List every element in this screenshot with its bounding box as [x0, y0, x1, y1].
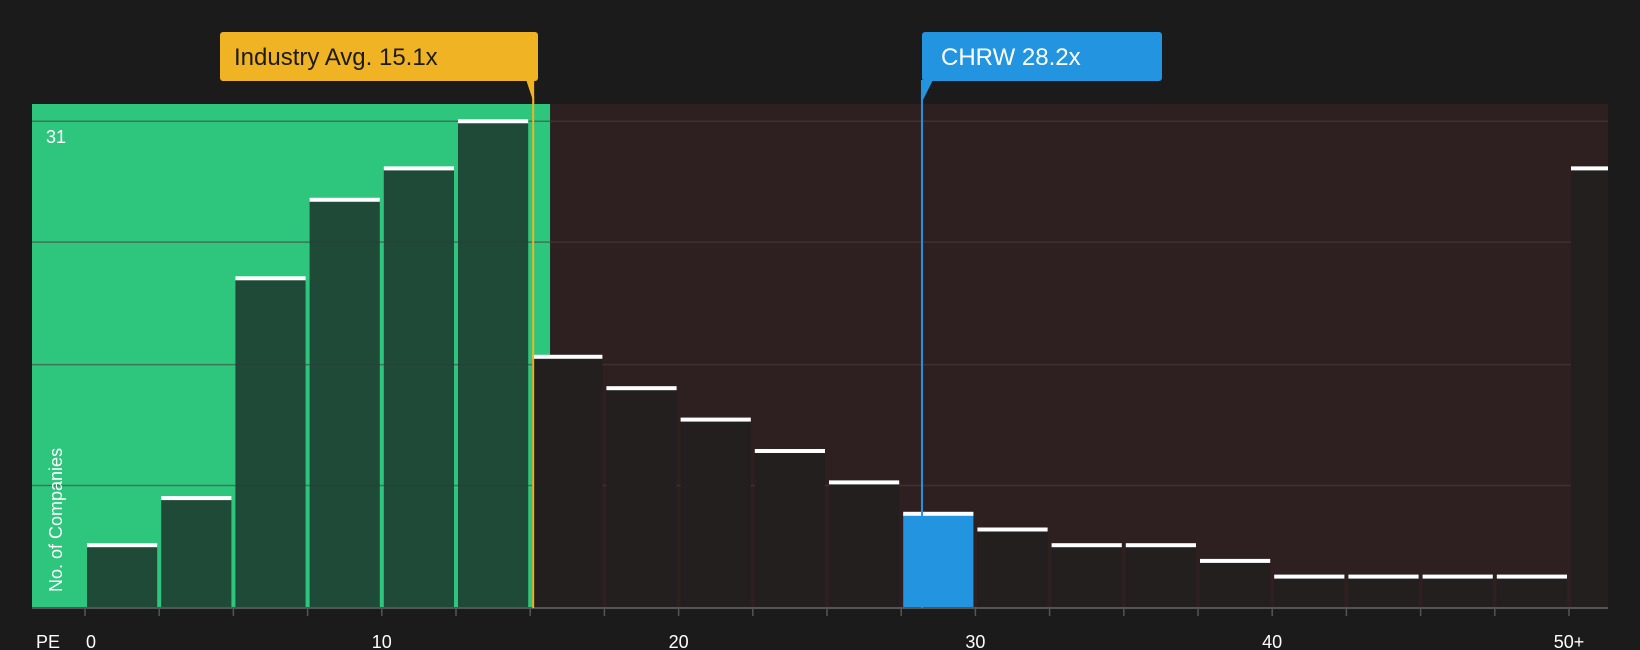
x-tick-label: 30	[965, 632, 985, 650]
bar-cap	[1200, 558, 1271, 563]
bar-cap	[680, 417, 751, 422]
bar-cap	[1422, 574, 1493, 579]
y-axis-label: No. of Companies	[46, 448, 66, 592]
histogram-bar	[161, 498, 232, 608]
histogram-bar	[829, 482, 900, 608]
histogram-bar	[1422, 576, 1493, 608]
bar-cap	[532, 354, 603, 359]
histogram-bar	[680, 419, 751, 608]
histogram-bar	[1348, 576, 1419, 608]
x-tick-label: 40	[1262, 632, 1282, 650]
histogram-bar	[383, 168, 454, 608]
bar-cap	[1051, 543, 1122, 548]
bar-cap	[87, 543, 158, 548]
histogram-bar	[606, 388, 677, 608]
bar-cap	[161, 496, 232, 501]
x-tick-label: 20	[669, 632, 689, 650]
bar-cap	[1125, 543, 1196, 548]
bar-cap	[1496, 574, 1567, 579]
pe-distribution-chart: 0 10 20 30 40 50+ PE 31 No. of Companies Industry…	[0, 0, 1640, 650]
histogram-bar	[309, 199, 380, 608]
histogram-bar	[1125, 545, 1196, 608]
histogram-bar	[1571, 168, 1608, 608]
bar-cap	[383, 166, 454, 171]
histogram-bar	[87, 545, 158, 608]
histogram-bar	[1200, 560, 1271, 608]
bar-cap	[606, 386, 677, 391]
histogram-bar	[532, 356, 603, 608]
x-tick-label: 0	[86, 632, 96, 650]
y-max-label: 31	[46, 127, 66, 147]
bar-cap	[1571, 166, 1608, 171]
x-tick-label: 50+	[1554, 632, 1585, 650]
histogram-bar	[977, 529, 1048, 608]
bar-cap	[1274, 574, 1345, 579]
bar-cap	[903, 511, 974, 516]
company-pe-pointer	[920, 80, 933, 104]
company-bar	[903, 513, 974, 608]
x-axis-label: PE	[36, 632, 60, 650]
bar-cap	[309, 197, 380, 202]
histogram-bar	[1051, 545, 1122, 608]
histogram-bar	[1496, 576, 1567, 608]
histogram-bar	[754, 450, 825, 608]
bar-cap	[235, 276, 306, 281]
bar-cap	[977, 527, 1048, 532]
bar-cap	[829, 480, 900, 485]
bar-cap	[754, 448, 825, 453]
bar-cap	[458, 119, 529, 124]
company-pe-label: CHRW 28.2x	[941, 44, 1081, 71]
histogram-bar	[458, 121, 529, 608]
industry-avg-label: Industry Avg. 15.1x	[234, 44, 438, 71]
histogram-bar	[235, 278, 306, 608]
histogram-bar	[1274, 576, 1345, 608]
bar-cap	[1348, 574, 1419, 579]
pe-histogram-svg: 0 10 20 30 40 50+ PE 31 No. of Companies Industry…	[32, 32, 1609, 650]
x-tick-label: 10	[372, 632, 392, 650]
